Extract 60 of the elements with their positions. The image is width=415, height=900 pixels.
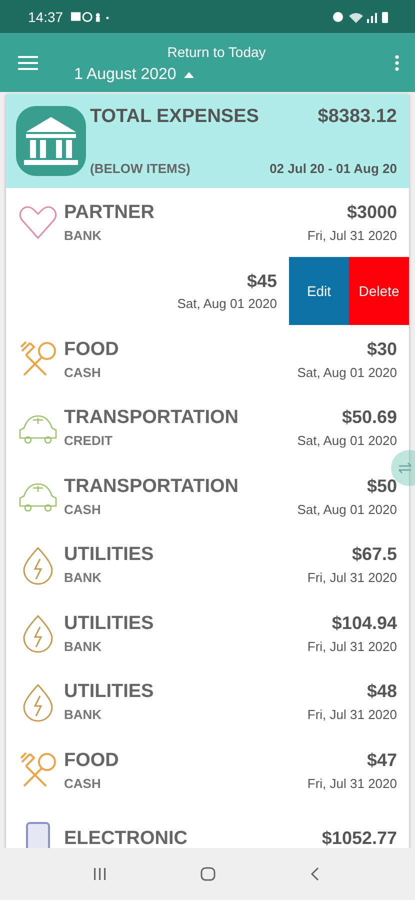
expense-date: Fri, Jul 31 2020 — [307, 707, 397, 722]
expense-row[interactable]: FOOD $47 CASH Fri, Jul 31 2020 — [6, 736, 409, 804]
recent-apps-icon[interactable] — [92, 866, 108, 882]
system-status-icons — [331, 10, 391, 24]
expense-amount: $50.69 — [342, 407, 397, 428]
category-name: PARTNER — [64, 202, 154, 224]
expense-date: Fri, Jul 31 2020 — [307, 228, 397, 243]
category-name: FOOD — [64, 338, 119, 361]
expense-row[interactable]: UTILITIES $48 BANK Fri, Jul 31 2020 — [6, 668, 409, 736]
expense-date: Fri, Jul 31 2020 — [307, 638, 397, 654]
expense-amount: $104.94 — [332, 612, 397, 634]
edit-button[interactable]: Edit — [289, 256, 349, 325]
summary-title: TOTAL EXPENSES — [90, 106, 259, 128]
account-label: CASH — [64, 502, 101, 517]
category-name: TRANSPORTATION — [64, 407, 239, 430]
expense-amount: $47 — [366, 750, 397, 771]
account-label: CASH — [64, 776, 101, 791]
summary-amount: $8383.12 — [318, 106, 397, 128]
account-label: CASH — [64, 364, 101, 380]
more-options-icon[interactable] — [395, 54, 399, 70]
menu-icon[interactable] — [18, 54, 38, 70]
clock-time: 14:37 — [28, 8, 64, 24]
category-name: TRANSPORTATION — [64, 476, 239, 498]
category-name: UTILITIES — [64, 612, 154, 635]
expense-date: Sat, Aug 01 2020 — [297, 433, 397, 448]
expense-row[interactable]: UTILITIES $67.5 BANK Fri, Jul 31 2020 — [6, 530, 409, 599]
category-name: ELECTRONIC — [64, 828, 188, 848]
bank-icon — [16, 106, 86, 176]
caret-icon[interactable] — [184, 72, 194, 78]
expense-row[interactable]: TRANSPORTATION $50.69 CREDIT Sat, Aug 01 2020 — [6, 394, 409, 462]
expense-date: Sat, Aug 01 2020 — [177, 296, 277, 311]
expense-row[interactable]: TRANSPORTATION $50 CASH Sat, Aug 01 2020 — [6, 462, 409, 530]
account-label: CREDIT — [64, 433, 112, 448]
expense-row[interactable]: ELECTRONIC $1052.77 — [6, 804, 409, 848]
account-label: BANK — [64, 707, 102, 722]
home-icon[interactable] — [200, 866, 216, 882]
expense-amount: $48 — [366, 681, 397, 702]
account-label: BANK — [64, 228, 102, 243]
expense-row[interactable]: PARTNER $3000 BANK Fri, Jul 31 2020 — [6, 188, 409, 256]
expense-date: Sat, Aug 01 2020 — [297, 502, 397, 517]
account-label: BANK — [64, 570, 102, 586]
expense-date: Sat, Aug 01 2020 — [297, 364, 397, 380]
expense-amount: $1052.77 — [322, 828, 397, 848]
expense-amount: $50 — [366, 476, 397, 497]
expense-amount: $3000 — [346, 202, 397, 223]
date-range: 02 Jul 20 - 01 Aug 20 — [270, 161, 397, 176]
expense-date: Fri, Jul 31 2020 — [307, 570, 397, 586]
expense-amount: $45 — [246, 270, 277, 292]
expense-amount: $67.5 — [352, 544, 397, 566]
delete-button[interactable]: Delete — [349, 256, 409, 325]
summary-subtitle: (BELOW ITEMS) — [90, 161, 190, 176]
expense-date: Fri, Jul 31 2020 — [307, 776, 397, 791]
account-label: BANK — [64, 638, 102, 654]
category-name: UTILITIES — [64, 681, 154, 704]
expense-row[interactable]: FOOD $30 CASH Sat, Aug 01 2020 — [6, 325, 409, 394]
swap-icon — [397, 462, 413, 474]
expense-amount: $30 — [366, 338, 397, 360]
category-name: UTILITIES — [64, 544, 154, 566]
category-name: FOOD — [64, 750, 119, 772]
expense-row[interactable]: UTILITIES $104.94 BANK Fri, Jul 31 2020 — [6, 599, 409, 668]
